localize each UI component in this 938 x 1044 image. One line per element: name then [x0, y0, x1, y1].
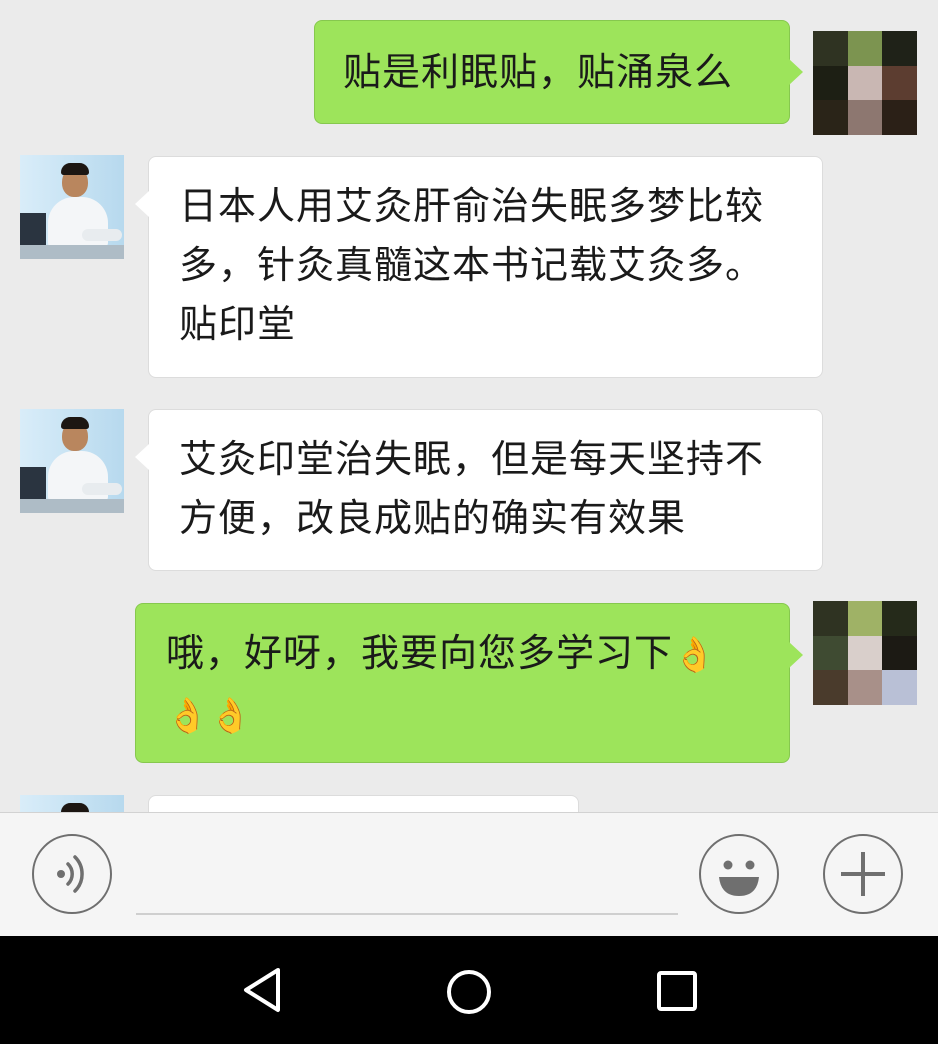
avatar-pixel [813, 100, 848, 135]
avatar-pixel [813, 635, 848, 671]
avatar-pixel [813, 601, 848, 636]
outgoing-message-bubble[interactable]: 哦，好呀，我要向您多学习下👌 👌👌 [135, 603, 803, 763]
ok-hand-emoji: 👌 [166, 696, 210, 736]
avatar-pixel [847, 100, 883, 135]
avatar-pixel [882, 635, 917, 671]
ok-hand-emoji: 👌 [209, 696, 253, 736]
avatar-pixel [882, 670, 917, 705]
message-text: 艾灸印堂治失眠，但是每天坚持不方便，改良成贴的确实有效果 [179, 437, 765, 540]
incoming-message-bubble[interactable]: 日本人用艾灸肝俞治失眠多梦比较多，针灸真髓这本书记载艾灸多。贴印堂 [135, 156, 823, 378]
avatar-pixel [847, 601, 883, 636]
avatar-pixel [882, 65, 917, 101]
contact-avatar[interactable] [20, 795, 124, 812]
ok-hand-emoji: 👌 [673, 635, 717, 675]
outgoing-message-bubble[interactable]: 贴是利眠贴，贴涌泉么 [314, 20, 803, 124]
avatar-pixel [882, 601, 917, 636]
my-avatar[interactable] [813, 31, 917, 135]
chat-message-list[interactable]: 贴是利眠贴，贴涌泉么 日本人用艾灸肝俞治失眠多梦比较多，针灸真髓这本书记载艾灸多… [0, 0, 938, 812]
avatar-pixel [813, 31, 848, 66]
contact-avatar[interactable] [20, 155, 124, 259]
system-navigation-bar [0, 936, 938, 1044]
recent-square-icon[interactable] [656, 970, 698, 1012]
plus-icon [841, 852, 885, 896]
avatar-pixel [847, 65, 883, 101]
avatar-pixel [813, 65, 848, 101]
voice-icon [57, 855, 84, 893]
message-text: 日本人用艾灸肝俞治失眠多梦比较多，针灸真髓这本书记载艾灸多。贴印堂 [179, 184, 765, 346]
add-button[interactable] [823, 834, 903, 914]
back-triangle-icon[interactable] [240, 966, 284, 1014]
avatar-pixel [847, 635, 883, 671]
emoji-button[interactable] [699, 834, 779, 914]
avatar-pixel [847, 670, 883, 705]
incoming-message-bubble[interactable]: 艾灸印堂治失眠，但是每天坚持不方便，改良成贴的确实有效果 [135, 409, 823, 571]
avatar-pixel [847, 31, 883, 66]
voice-button[interactable] [32, 834, 112, 914]
home-circle-icon[interactable] [445, 968, 493, 1016]
message-text: 哦，好呀，我要向您多学习下 [166, 631, 674, 675]
contact-avatar[interactable] [20, 409, 124, 513]
my-avatar[interactable] [813, 601, 917, 705]
emoji-icon [719, 860, 759, 896]
message-input-bar [0, 812, 938, 936]
message-input[interactable] [136, 837, 678, 915]
avatar-pixel [813, 670, 848, 705]
message-text: 贴是利眠贴，贴涌泉么 [343, 50, 734, 94]
avatar-pixel [882, 100, 917, 135]
incoming-message-bubble[interactable] [148, 795, 579, 812]
avatar-pixel [882, 31, 917, 66]
